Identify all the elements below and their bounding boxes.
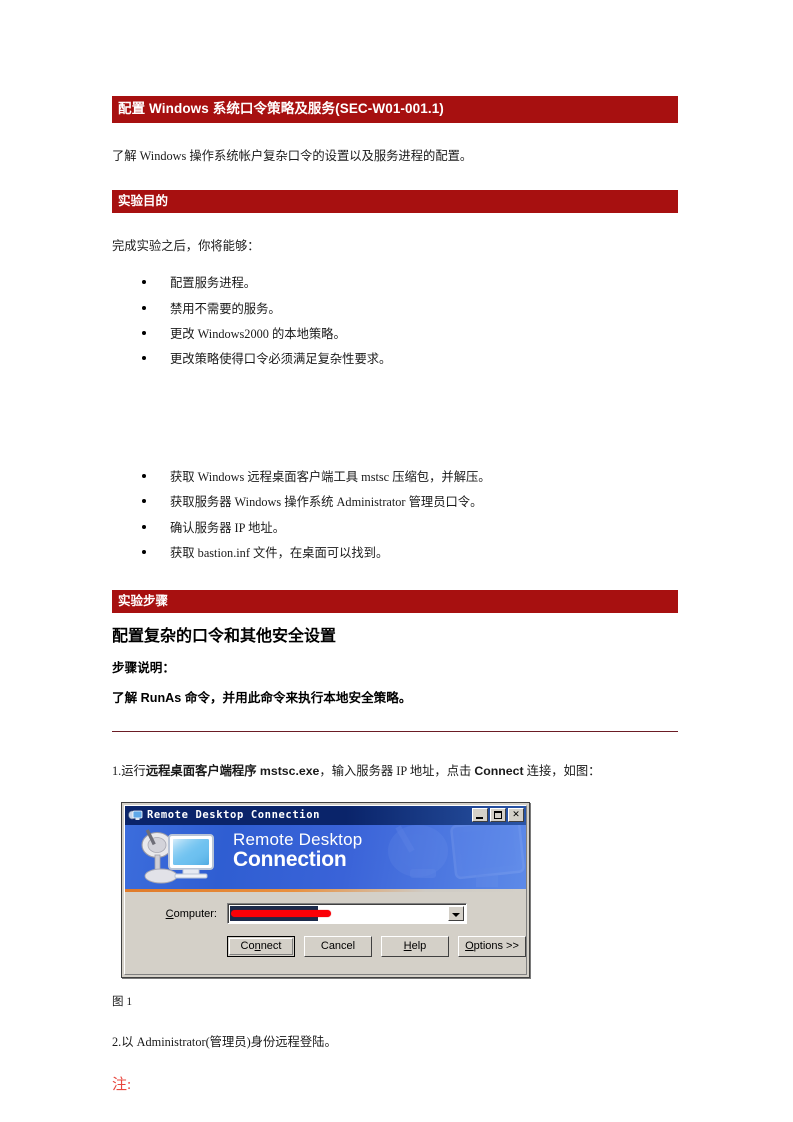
- steps-note-body: 了解 RunAs 命令，并用此命令来执行本地安全策略。: [112, 690, 412, 705]
- bullet-dot: [142, 330, 146, 335]
- document-page: 配置 Windows 系统口令策略及服务(SEC-W01-001.1) 了解 W…: [0, 0, 793, 1122]
- cancel-button[interactable]: Cancel: [304, 935, 372, 957]
- banner-text-block: Remote Desktop Connection: [233, 829, 363, 871]
- list-item-label: 更改 Windows2000 的本地策略。: [170, 326, 346, 341]
- list-item: 获取 bastion.inf 文件，在桌面可以找到。: [112, 544, 678, 562]
- section-bar-steps: 实验步骤: [112, 589, 678, 614]
- bullet-dot: [142, 550, 146, 555]
- figure-caption: 图 1: [112, 995, 133, 1008]
- minimize-icon[interactable]: [472, 808, 488, 823]
- help-button[interactable]: Help: [381, 935, 449, 957]
- list-item-label: 获取 bastion.inf 文件，在桌面可以找到。: [170, 546, 389, 561]
- computer-label: Computer:: [165, 907, 217, 920]
- document-title-bar: 配置 Windows 系统口令策略及服务(SEC-W01-001.1): [112, 96, 678, 123]
- step-1-bold-connect: Connect: [474, 764, 524, 779]
- bullet-dot: [142, 280, 146, 285]
- banner-line-1: Remote Desktop: [233, 829, 363, 849]
- bullet-dot: [142, 499, 146, 504]
- bullet-dot: [142, 356, 146, 361]
- list-item-label: 禁用不需要的服务。: [170, 301, 281, 316]
- remote-desktop-icon: [128, 808, 143, 822]
- step-1-bold-program: 远程桌面客户端程序 mstsc.exe: [145, 764, 320, 779]
- dialog-inner-frame: Remote Desktop Connection ✕ Remote Deskt…: [124, 804, 527, 975]
- list-item: 禁用不需要的服务。: [112, 300, 678, 318]
- step-1-middle: ，输入服务器 IP 地址，点击: [319, 764, 475, 779]
- list-item: 配置服务进程。: [112, 274, 678, 292]
- dialog-button-row: Co n nect Cancel Help Options >>: [125, 935, 526, 957]
- remote-desktop-monitor-graphic: [141, 828, 214, 884]
- redaction-marker: [231, 910, 331, 918]
- step-1-text: 1.运行远程桌面客户端程序 mstsc.exe，输入服务器 IP 地址，点击 C…: [112, 762, 678, 780]
- banner-line-2: Connection: [233, 847, 347, 871]
- connect-button[interactable]: Co n nect: [227, 935, 295, 957]
- step-1-prefix: 1.运行: [112, 764, 146, 779]
- banner-watermark-graphic: [388, 824, 525, 887]
- list-item-label: 配置服务进程。: [170, 276, 257, 291]
- list-item-label: 更改策略使得口令必须满足复杂性要求。: [170, 352, 392, 367]
- maximize-icon[interactable]: [490, 808, 506, 823]
- bullet-dot: [142, 473, 146, 478]
- bullet-dot: [142, 524, 146, 529]
- list-item: 确认服务器 IP 地址。: [112, 519, 678, 537]
- remote-desktop-connection-dialog[interactable]: Remote Desktop Connection ✕ Remote Deskt…: [121, 801, 530, 978]
- computer-input[interactable]: [227, 903, 467, 925]
- list-item: 获取 Windows 远程桌面客户端工具 mstsc 压缩包，并解压。: [112, 468, 678, 486]
- step-1-suffix: 连接，如图：: [523, 764, 601, 779]
- list-item-label: 获取服务器 Windows 操作系统 Administrator 管理员口令。: [170, 495, 483, 510]
- blank-gap: [112, 376, 678, 468]
- close-icon[interactable]: ✕: [508, 808, 524, 823]
- list-item-label: 确认服务器 IP 地址。: [170, 520, 286, 535]
- banner-lower-stripe: [125, 891, 526, 896]
- objectives-list: 配置服务进程。 禁用不需要的服务。 更改 Windows2000 的本地策略。 …: [112, 274, 678, 369]
- window-controls: ✕: [472, 808, 524, 823]
- steps-heading: 配置复杂的口令和其他安全设置: [112, 628, 337, 646]
- options-button[interactable]: Options >>: [458, 935, 526, 957]
- dialog-banner: Remote Desktop Connection: [125, 824, 526, 889]
- bullet-dot: [142, 305, 146, 310]
- list-item-label: 获取 Windows 远程桌面客户端工具 mstsc 压缩包，并解压。: [170, 469, 491, 484]
- computer-field-row: Computer:: [125, 902, 526, 926]
- list-item: 更改策略使得口令必须满足复杂性要求。: [112, 350, 678, 368]
- list-item: 获取服务器 Windows 操作系统 Administrator 管理员口令。: [112, 493, 678, 511]
- document-content: 配置 Windows 系统口令策略及服务(SEC-W01-001.1) 了解 W…: [112, 96, 678, 1094]
- prerequisites-list: 获取 Windows 远程桌面客户端工具 mstsc 压缩包，并解压。 获取服务…: [112, 468, 678, 563]
- section-bar-objectives: 实验目的: [112, 189, 678, 214]
- note-label: 注:: [112, 1077, 132, 1094]
- intro-paragraph: 了解 Windows 操作系统帐户复杂口令的设置以及服务进程的配置。: [112, 148, 473, 163]
- objectives-lead: 完成实验之后，你将能够：: [112, 239, 260, 254]
- chevron-down-icon[interactable]: [448, 906, 464, 922]
- steps-note-label: 步骤说明：: [112, 660, 175, 675]
- step-2-text: 2.以 Administrator(管理员)身份远程登陆。: [112, 1034, 337, 1049]
- dialog-title-text: Remote Desktop Connection: [147, 809, 321, 822]
- dialog-titlebar[interactable]: Remote Desktop Connection ✕: [125, 805, 526, 825]
- list-item: 更改 Windows2000 的本地策略。: [112, 325, 678, 343]
